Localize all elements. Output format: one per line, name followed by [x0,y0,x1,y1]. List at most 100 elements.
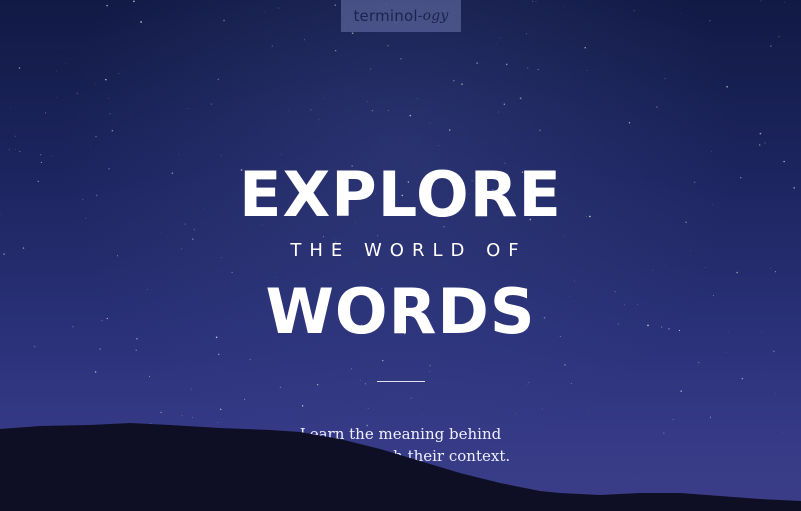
star [760,0,762,2]
star [133,0,135,3]
star [537,68,539,71]
site-logo[interactable]: terminol -ogy [341,0,461,32]
star [50,156,52,157]
star [181,415,183,417]
star [310,109,312,111]
star [564,364,566,366]
star [109,113,111,115]
star [217,78,220,81]
star [586,70,588,71]
star [140,21,142,23]
star [778,35,780,38]
star [351,32,354,35]
star [94,83,96,85]
star [279,386,282,389]
star [124,262,125,264]
star [231,271,233,274]
star [371,109,374,112]
star [350,368,353,370]
star [359,379,361,381]
star [223,19,225,22]
hero-section: terminol -ogy EXPLORE THE WORLD OF WORDS … [0,0,801,511]
star [541,408,543,410]
star [726,85,728,88]
star [453,79,455,82]
star [364,383,367,385]
star [243,398,246,401]
star [515,412,516,414]
star [633,10,635,12]
star [409,114,412,117]
star [736,271,738,274]
star [367,100,368,102]
star [65,63,66,64]
star [387,109,389,111]
star [709,20,711,22]
star [651,269,653,271]
star [135,349,137,351]
star [780,77,781,79]
star [564,235,565,237]
star [288,109,289,111]
star [76,92,79,95]
star [60,47,62,49]
star [417,98,418,99]
star [770,45,772,47]
logo-main-text: terminol [353,7,418,25]
star [61,387,63,388]
star [532,0,534,2]
star [220,408,222,410]
star [271,45,273,47]
star [111,130,113,132]
star [664,78,666,79]
star [496,43,497,45]
star [410,397,413,399]
star [10,107,12,109]
star [429,364,431,367]
star [759,132,762,135]
star [476,62,478,64]
star [429,122,431,124]
star [95,136,97,138]
star [705,56,706,58]
star [498,111,500,113]
star [711,151,712,152]
star [564,6,565,7]
star [505,63,508,66]
star [705,267,706,268]
star [741,377,744,380]
star [19,150,21,153]
headline-explore: EXPLORE [239,158,562,231]
star [316,383,319,386]
logo-suffix-text: -ogy [417,8,449,24]
star [370,68,372,70]
star [15,149,16,150]
star [382,360,384,362]
star [108,97,110,100]
star [249,358,251,360]
star [526,33,528,35]
star [772,350,775,353]
star [764,142,766,144]
star [323,97,325,99]
star [301,405,304,407]
headline-words: WORDS [265,275,536,348]
star [367,407,369,410]
star [539,129,541,131]
star [461,83,463,85]
star [8,149,10,151]
star [318,118,320,120]
star [210,103,213,105]
star [656,106,658,108]
star [44,112,47,114]
star [56,70,57,72]
star [18,67,21,69]
star [535,0,537,2]
star [220,154,222,156]
star [422,414,424,416]
star [333,238,335,239]
star [584,47,586,49]
star [90,144,91,145]
star [528,382,530,383]
star [778,125,780,126]
